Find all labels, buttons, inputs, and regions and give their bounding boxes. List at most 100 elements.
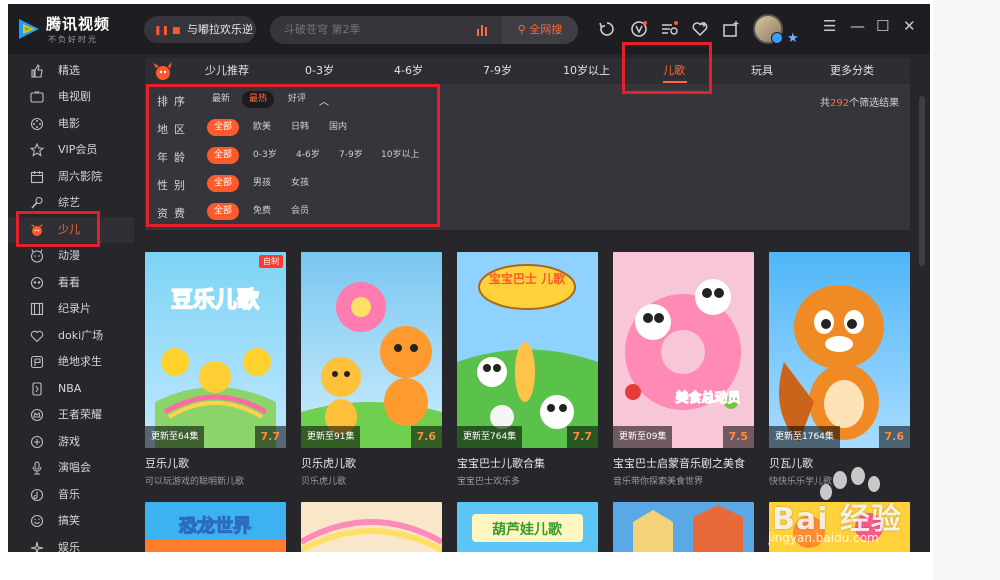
video-poster[interactable]: 宝宝巴士 儿歌 更新至764集 7.7 xyxy=(457,252,598,448)
sidebar-item-kankan[interactable]: 看看 xyxy=(8,270,134,296)
tv-icon xyxy=(30,90,44,103)
tab-kids-recommend[interactable]: 少儿推荐 xyxy=(205,58,249,84)
sidebar-item-documentary[interactable]: 纪录片 xyxy=(8,296,134,322)
video-poster[interactable] xyxy=(301,502,442,552)
upload-icon[interactable] xyxy=(722,20,740,38)
favorite-add-icon[interactable] xyxy=(691,20,709,38)
sidebar-item-nba[interactable]: NBA xyxy=(8,376,134,402)
region-option-domestic[interactable]: 国内 xyxy=(322,119,354,136)
tencent-video-logo-icon[interactable] xyxy=(16,16,42,42)
sidebar-item-honor-of-kings[interactable]: 王者荣耀 xyxy=(8,402,134,428)
fee-option-member[interactable]: 会员 xyxy=(284,203,316,220)
video-title[interactable]: 宝宝巴士儿歌合集 xyxy=(457,455,545,471)
sidebar-item-label: 游戏 xyxy=(58,435,80,448)
result-prefix: 共 xyxy=(820,98,830,109)
video-title[interactable]: 豆乐儿歌 xyxy=(145,455,189,471)
sidebar-item-funny[interactable]: 搞笑 xyxy=(8,508,134,534)
tab-age-7-9[interactable]: 7-9岁 xyxy=(483,58,512,84)
video-poster[interactable]: 更新至1764集 7.6 xyxy=(769,252,910,448)
history-icon[interactable] xyxy=(598,20,616,38)
poster-art-castle xyxy=(613,502,754,552)
sidebar-item-entertainment[interactable]: 娱乐 xyxy=(8,535,134,552)
video-poster[interactable]: 葫芦娃儿歌 xyxy=(457,502,598,552)
video-poster[interactable] xyxy=(613,502,754,552)
tab-toys[interactable]: 玩具 xyxy=(751,58,773,84)
sidebar-item-pubg[interactable]: 绝地求生 xyxy=(8,349,134,375)
search-button[interactable]: ⚲ 全网搜 xyxy=(502,16,578,44)
vip-v-icon[interactable] xyxy=(630,20,648,38)
tab-age-10-plus[interactable]: 10岁以上 xyxy=(563,58,610,84)
now-playing-pill[interactable]: ❚❚ ■ 与嘟拉欢乐逆 xyxy=(144,16,256,43)
kids-channel-logo-icon xyxy=(153,62,172,80)
sort-option-top-rated[interactable]: 好评 xyxy=(281,91,313,108)
rating-score: 7.5 xyxy=(722,426,754,448)
sidebar-item-vip[interactable]: VIP会员 xyxy=(8,137,134,163)
age-option-0-3[interactable]: 0-3岁 xyxy=(246,147,284,164)
gender-option-all[interactable]: 全部 xyxy=(207,175,240,192)
sidebar-item-label: 演唱会 xyxy=(58,461,91,474)
video-title[interactable]: 宝宝巴士启蒙音乐剧之美食 xyxy=(613,455,745,471)
tab-more-categories[interactable]: 更多分类 xyxy=(830,58,874,84)
collapse-chevron-up-icon[interactable]: ︿ xyxy=(319,93,329,108)
video-card[interactable] xyxy=(301,502,442,552)
sidebar-item-anime[interactable]: 动漫 xyxy=(8,243,134,269)
region-option-western[interactable]: 欧美 xyxy=(246,119,278,136)
video-poster[interactable]: 美食总动员 更新至09集 7.5 xyxy=(613,252,754,448)
hot-rank-icon[interactable] xyxy=(476,23,490,37)
gender-option-boy[interactable]: 男孩 xyxy=(246,175,278,192)
sidebar-item-label: 周六影院 xyxy=(58,170,102,183)
filter-label-age: 年龄 xyxy=(157,151,191,164)
sort-option-latest[interactable]: 最新 xyxy=(205,91,237,108)
sidebar-item-movie[interactable]: 电影 xyxy=(8,111,134,137)
filmstrip-icon xyxy=(30,302,44,316)
sidebar-item-saturday-cinema[interactable]: 周六影院 xyxy=(8,164,134,190)
age-option-7-9[interactable]: 7-9岁 xyxy=(332,147,370,164)
gender-option-girl[interactable]: 女孩 xyxy=(284,175,316,192)
star-badge-icon: ★ xyxy=(787,31,799,46)
video-card[interactable]: 葫芦娃儿歌 xyxy=(457,502,598,552)
original-badge: 自制 xyxy=(259,255,283,268)
age-option-10-plus[interactable]: 10岁以上 xyxy=(374,147,426,164)
message-list-icon[interactable] xyxy=(660,20,678,38)
video-card[interactable] xyxy=(613,502,754,552)
region-option-japan-korea[interactable]: 日韩 xyxy=(284,119,316,136)
poster-title-text: 恐龙世界 xyxy=(179,515,251,537)
search-input[interactable] xyxy=(284,16,464,44)
tab-age-4-6[interactable]: 4-6岁 xyxy=(394,58,423,84)
video-title[interactable]: 贝乐虎儿歌 xyxy=(301,455,356,471)
vertical-scrollbar[interactable] xyxy=(919,96,925,266)
rating-score: 7.7 xyxy=(566,426,598,448)
tab-age-0-3[interactable]: 0-3岁 xyxy=(305,58,334,84)
pause-icon[interactable]: ❚❚ ■ xyxy=(154,26,180,36)
smile-icon xyxy=(30,514,44,528)
sidebar-item-doki[interactable]: doki广场 xyxy=(8,323,134,349)
age-option-all[interactable]: 全部 xyxy=(207,147,240,164)
sidebar-item-tv[interactable]: 电视剧 xyxy=(8,84,134,110)
maximize-icon[interactable]: ☐ xyxy=(876,19,889,34)
sidebar-item-music[interactable]: 音乐 xyxy=(8,482,134,508)
fee-option-all[interactable]: 全部 xyxy=(207,203,240,220)
brand-slogan: 不负好时光 xyxy=(48,35,98,44)
sidebar-item-variety[interactable]: 综艺 xyxy=(8,190,134,216)
sidebar-item-games[interactable]: 游戏 xyxy=(8,429,134,455)
sort-option-hottest[interactable]: 最热 xyxy=(242,91,275,108)
close-icon[interactable]: ✕ xyxy=(903,19,916,34)
fee-option-free[interactable]: 免费 xyxy=(246,203,278,220)
video-poster[interactable]: 更新至91集 7.6 xyxy=(301,252,442,448)
minimize-icon[interactable]: — xyxy=(850,19,865,34)
sidebar-item-label: 搞笑 xyxy=(58,514,80,527)
sidebar-item-featured[interactable]: 精选 xyxy=(8,58,134,84)
sidebar-item-concert[interactable]: 演唱会 xyxy=(8,455,134,481)
video-poster[interactable]: 豆乐儿歌 自制 更新至64集 7.7 xyxy=(145,252,286,448)
age-option-4-6[interactable]: 4-6岁 xyxy=(289,147,327,164)
calendar-icon xyxy=(30,171,44,184)
video-poster[interactable]: 恐龙世界 xyxy=(145,502,286,552)
menu-icon[interactable]: ☰ xyxy=(823,19,836,34)
sidebar-item-label: 王者荣耀 xyxy=(58,408,102,421)
filter-label-gender: 性别 xyxy=(157,179,191,192)
category-tabs: 少儿推荐 0-3岁 4-6岁 7-9岁 10岁以上 儿歌 玩具 更多分类 xyxy=(145,58,910,84)
video-card[interactable]: 恐龙世界 xyxy=(145,502,286,552)
rating-score: 7.7 xyxy=(254,426,286,448)
region-option-all[interactable]: 全部 xyxy=(207,119,240,136)
sidebar-item-kids[interactable]: 少儿 xyxy=(8,217,134,243)
